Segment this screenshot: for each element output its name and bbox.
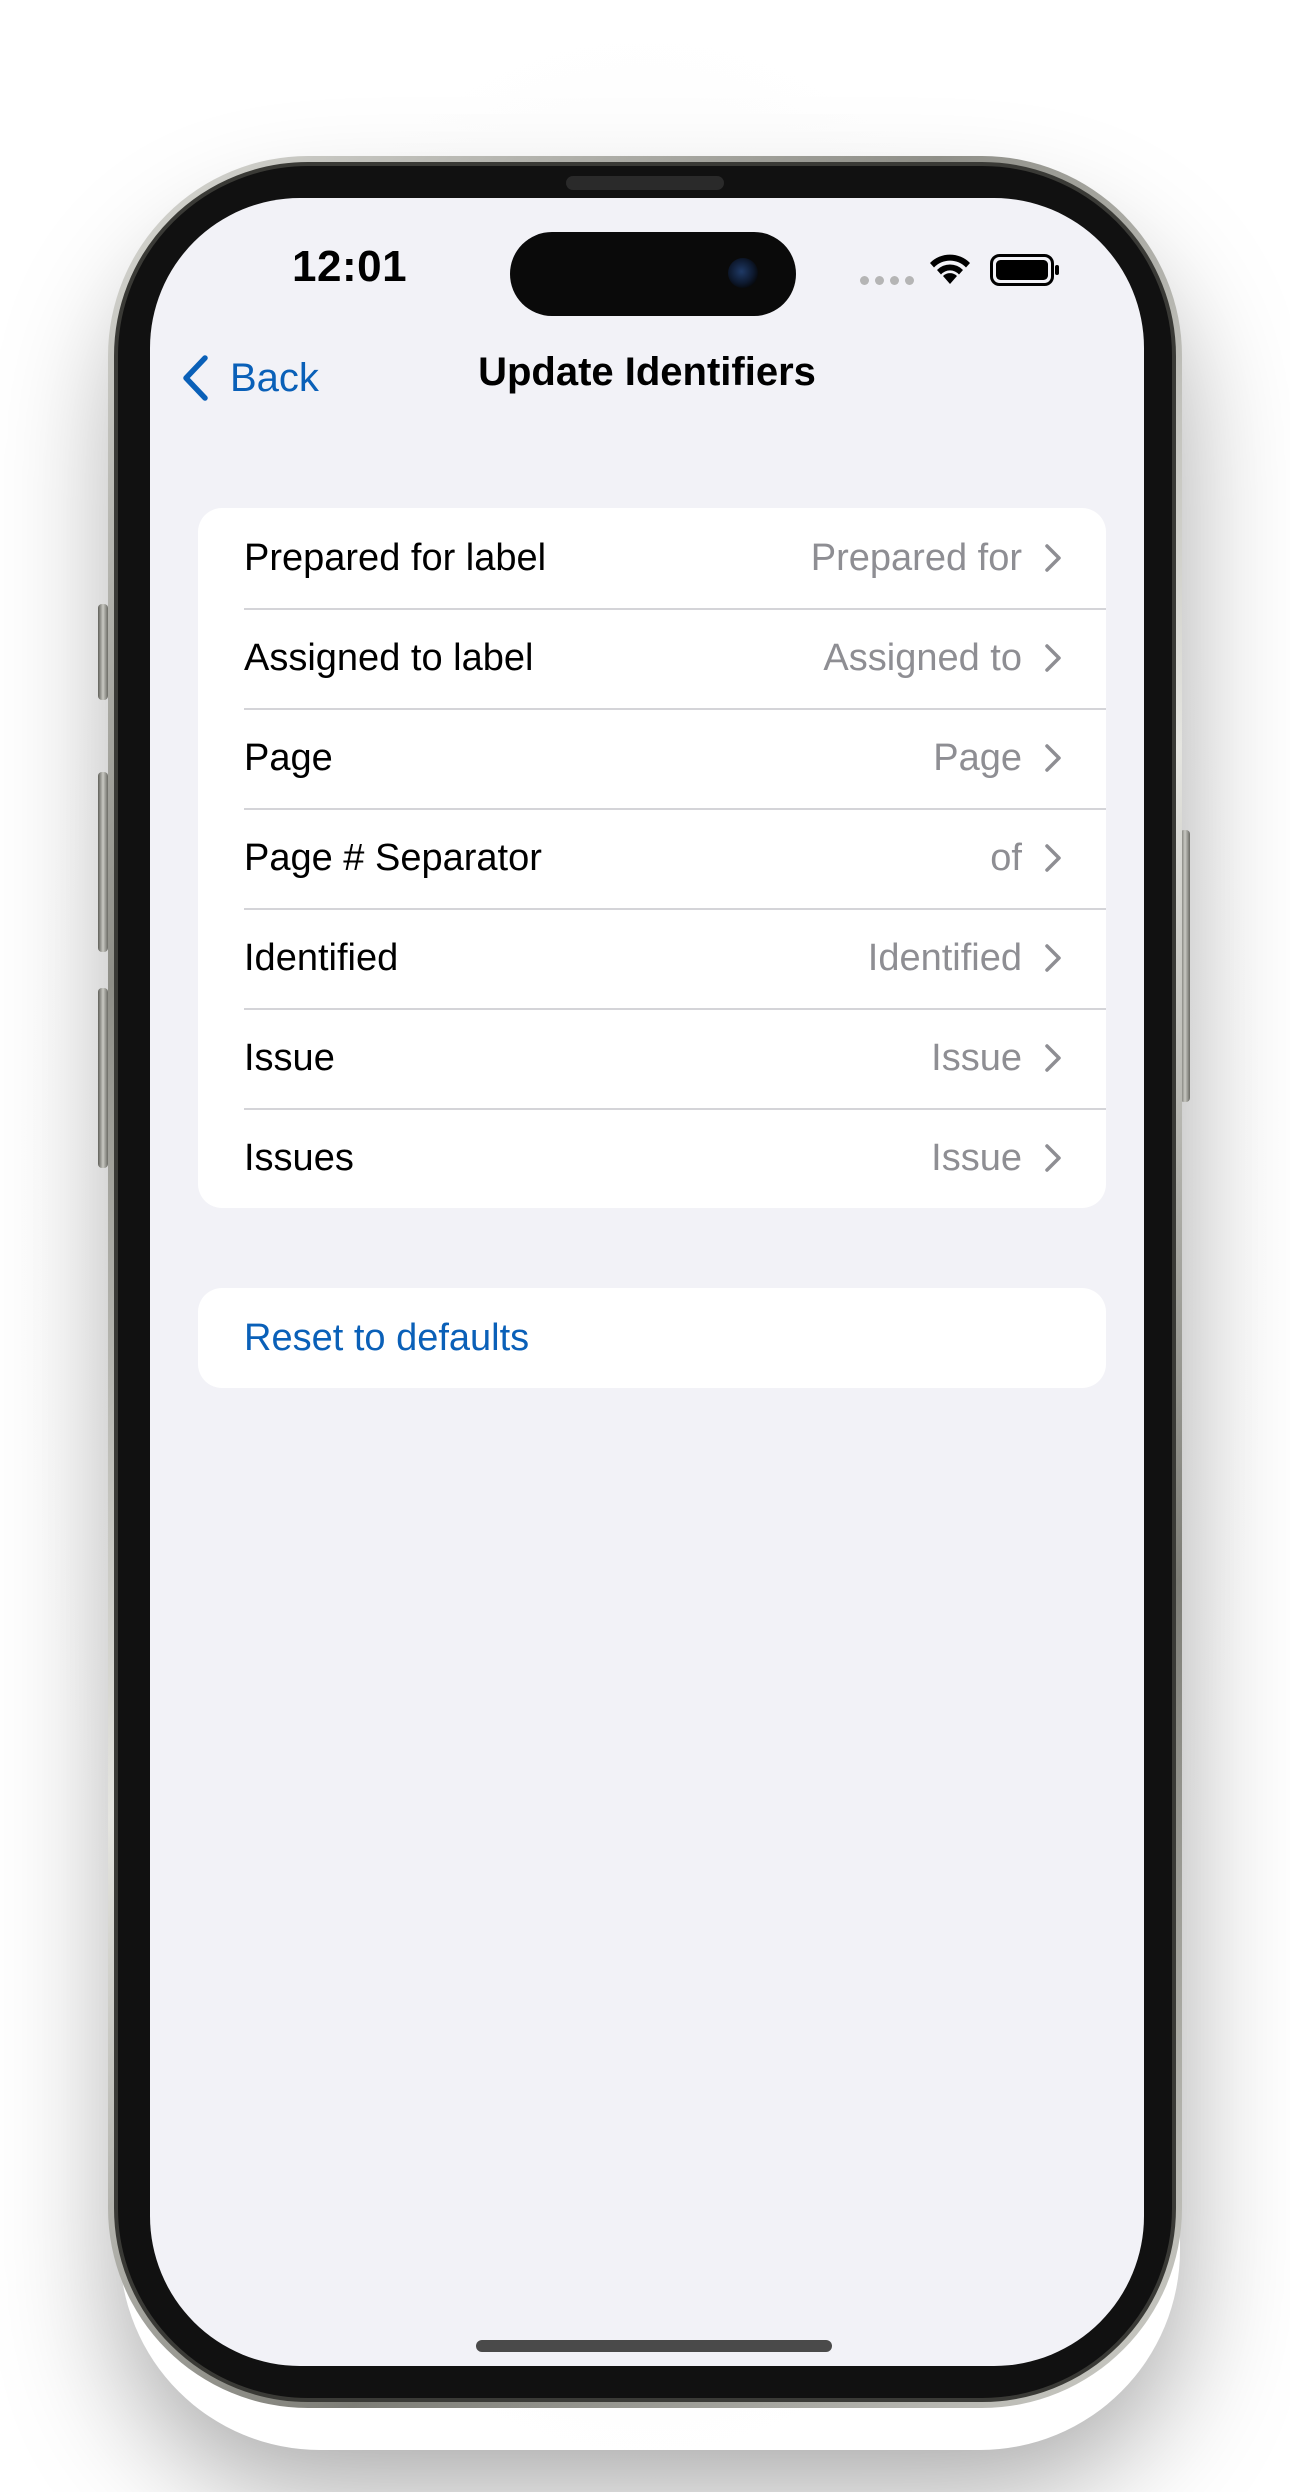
speaker-grill (566, 176, 724, 190)
phone-screen: 12:01 Back Update Identifiers Prepared f… (150, 198, 1144, 2366)
list-item-assigned-to-label[interactable]: Assigned to label Assigned to (198, 608, 1106, 708)
device-mockup-stage: 12:01 Back Update Identifiers Prepared f… (0, 0, 1290, 2492)
silent-switch (98, 604, 108, 700)
volume-up-button (98, 772, 108, 952)
list-item-issues[interactable]: Issues Issue (198, 1108, 1106, 1208)
reset-section: Reset to defaults (198, 1288, 1106, 1388)
row-value: Page (933, 736, 1022, 779)
row-value: Assigned to (823, 636, 1022, 679)
reset-to-defaults-button[interactable]: Reset to defaults (198, 1288, 1106, 1388)
dynamic-island (510, 232, 796, 316)
row-value: Issue (931, 1136, 1022, 1179)
chevron-right-icon (1045, 544, 1061, 572)
chevron-right-icon (1045, 944, 1061, 972)
row-label: Identified (244, 936, 399, 979)
list-item-issue[interactable]: Issue Issue (198, 1008, 1106, 1108)
battery-icon (990, 254, 1059, 286)
chevron-right-icon (1045, 744, 1061, 772)
list-item-prepared-for-label[interactable]: Prepared for label Prepared for (198, 508, 1106, 608)
row-label: Prepared for label (244, 536, 547, 579)
list-item-page-separator[interactable]: Page # Separator of (198, 808, 1106, 908)
identifiers-list: Prepared for label Prepared for Assigned… (198, 508, 1106, 1208)
wifi-icon (930, 254, 970, 284)
row-label: Page (244, 736, 333, 779)
row-value: of (990, 836, 1022, 879)
chevron-right-icon (1045, 644, 1061, 672)
chevron-right-icon (1045, 1144, 1061, 1172)
chevron-right-icon (1045, 844, 1061, 872)
row-label: Issues (244, 1136, 354, 1179)
cellular-signal-icon (860, 276, 914, 285)
row-value: Prepared for (810, 536, 1022, 579)
home-indicator[interactable] (476, 2340, 832, 2352)
row-value: Identified (867, 936, 1022, 979)
row-label: Assigned to label (244, 636, 534, 679)
row-label: Issue (244, 1036, 335, 1079)
page-title: Update Identifiers (478, 350, 816, 394)
status-time: 12:01 (292, 242, 408, 291)
chevron-right-icon (1045, 1044, 1061, 1072)
front-camera-icon (728, 258, 758, 288)
list-item-page[interactable]: Page Page (198, 708, 1106, 808)
list-item-identified[interactable]: Identified Identified (198, 908, 1106, 1008)
row-value: Issue (931, 1036, 1022, 1079)
row-label: Page # Separator (244, 836, 542, 879)
volume-down-button (98, 988, 108, 1168)
